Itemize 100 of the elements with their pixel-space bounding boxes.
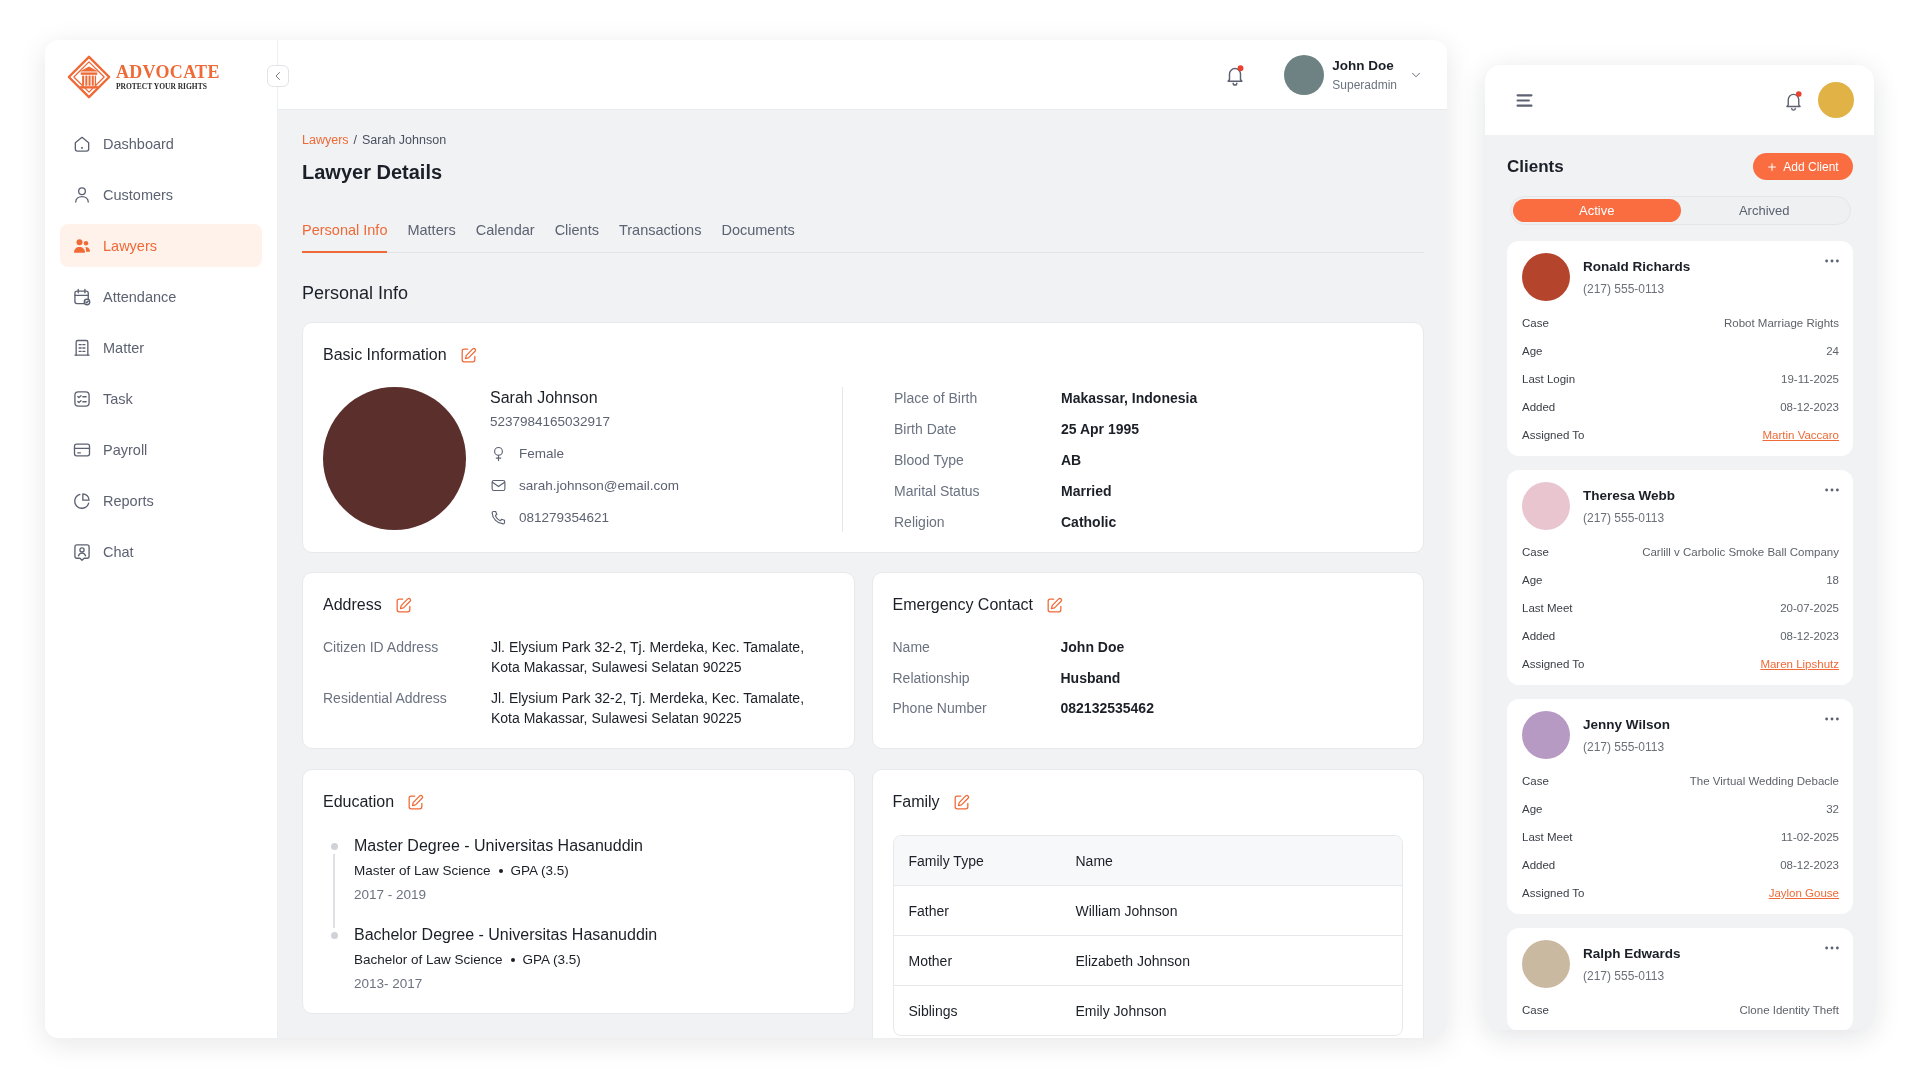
program-text: Bachelor of Law Science (354, 951, 503, 969)
card-title: Emergency Contact (892, 595, 1033, 615)
bell-icon[interactable] (1783, 89, 1804, 111)
add-client-button[interactable]: Add Client (1753, 153, 1853, 180)
logo-icon (67, 55, 111, 99)
sidebar-item[interactable]: Chat (60, 530, 262, 573)
edit-icon[interactable] (406, 792, 426, 812)
field-value: 20-07-2025 (1780, 601, 1839, 616)
sidebar-item[interactable]: Payroll (60, 428, 262, 471)
phone-icon (490, 508, 507, 526)
brand-name: ADVOCATE (116, 63, 220, 82)
more-icon[interactable] (1825, 488, 1839, 492)
degree-title: Bachelor Degree - Universitas Hasanuddin (354, 925, 658, 945)
edit-icon[interactable] (1045, 595, 1064, 615)
tab[interactable]: Clients (554, 220, 599, 253)
phone-text: 081279354621 (519, 509, 610, 525)
tab[interactable]: Transactions (618, 220, 702, 253)
member-name: William Johnson (1075, 902, 1178, 919)
field-label: Added (1522, 400, 1556, 415)
detail-value: AB (1061, 451, 1083, 470)
assignee-link[interactable]: Jaylon Gouse (1768, 885, 1839, 901)
sidebar-item[interactable]: Task (60, 377, 262, 420)
sidebar-item[interactable]: Dashboard (60, 122, 262, 165)
card-title: Basic Information (323, 345, 447, 365)
field-value: 11-02-2025 (1781, 830, 1839, 845)
assignee-link[interactable]: Maren Lipshutz (1760, 656, 1839, 672)
relation-text: Mother (908, 952, 953, 969)
bullet-icon (498, 869, 503, 873)
client-name: Ronald Richards (1583, 257, 1692, 275)
more-icon[interactable] (1825, 946, 1839, 950)
assignee-link[interactable]: Martin Vaccaro (1762, 427, 1839, 443)
field-value: Carlill v Carbolic Smoke Ball Company (1642, 545, 1839, 560)
contact-value: Husband (1060, 668, 1122, 688)
field-label: Age (1522, 344, 1543, 359)
detail-label: Religion (894, 513, 946, 532)
contact-label: Relationship (892, 668, 971, 688)
sidebar-item[interactable]: Lawyers (60, 224, 262, 267)
user-name: John Doe (1332, 56, 1395, 74)
avatar (1522, 711, 1570, 759)
tab[interactable]: Matters (407, 220, 456, 253)
tab[interactable]: Documents (721, 220, 795, 253)
field-value: The Virtual Wedding Debacle (1689, 774, 1839, 789)
member-name: Elizabeth Johnson (1075, 952, 1190, 969)
page-title: Lawyer Details (302, 160, 444, 185)
field-value: 32 (1826, 802, 1839, 817)
field-label: Last Meet (1522, 601, 1573, 616)
address-label: Citizen ID Address (323, 638, 440, 657)
column-header: Family Type (908, 852, 984, 869)
field-value: 08-12-2023 (1780, 629, 1839, 644)
tab[interactable]: Calendar (475, 220, 535, 253)
user-icon (72, 184, 92, 205)
client-phone: (217) 555-0113 (1583, 738, 1666, 755)
timeline-dot-icon (330, 931, 338, 939)
contact-value: John Doe (1060, 638, 1126, 657)
detail-value: 25 Apr 1995 (1061, 420, 1141, 439)
field-value: Robot Marriage Rights (1723, 316, 1839, 331)
address-value: Jl. Elysium Park 32-2, Tj. Merdeka, Kec. Tamalate, Kota Makassar, Sulawesi Selatan 90225 (491, 638, 806, 677)
sidebar-item[interactable]: Matter (60, 326, 262, 369)
timeline-dot-icon (330, 842, 338, 850)
avatar (1522, 253, 1570, 301)
field-value: 18 (1826, 573, 1839, 588)
contact-label: Name (892, 638, 931, 657)
gpa-text: GPA (3.5) (510, 862, 569, 880)
field-label: Age (1522, 573, 1543, 588)
breadcrumb-current: Sarah Johnson (362, 132, 447, 148)
member-name: Emily Johnson (1075, 1002, 1167, 1019)
field-label: Assigned To (1522, 886, 1585, 901)
avatar (1522, 482, 1570, 530)
client-name: Jenny Wilson (1583, 715, 1671, 733)
sidebar-item[interactable]: Customers (60, 173, 262, 216)
pie-chart-icon (72, 490, 92, 511)
gender-text: Female (519, 445, 564, 461)
user-role: Superadmin (1332, 76, 1397, 93)
sidebar-item[interactable]: Attendance (60, 275, 262, 318)
avatar (1522, 940, 1570, 988)
more-icon[interactable] (1825, 717, 1839, 721)
checklist-icon (72, 388, 92, 409)
more-icon[interactable] (1825, 259, 1839, 263)
field-label: Assigned To (1522, 657, 1585, 672)
filter-tab[interactable]: Active (1513, 199, 1681, 222)
address-label: Residential Address (323, 689, 448, 708)
program-text: Master of Law Science (354, 862, 491, 880)
contact-value: 082132535462 (1060, 699, 1155, 718)
relation-text: Siblings (908, 1002, 958, 1019)
chat-icon (72, 541, 92, 562)
filter-tab[interactable]: Archived (1680, 199, 1848, 222)
sidebar-item[interactable]: Reports (60, 479, 262, 522)
field-value: Clone Identity Theft (1739, 1003, 1839, 1018)
client-name: Theresa Webb (1583, 486, 1677, 504)
field-value: 08-12-2023 (1780, 400, 1839, 415)
field-label: Last Meet (1522, 830, 1573, 845)
client-phone: (217) 555-0113 (1583, 967, 1666, 984)
avatar[interactable] (1284, 54, 1325, 95)
detail-label: Blood Type (894, 451, 965, 470)
detail-label: Place of Birth (894, 389, 979, 408)
detail-value: Married (1061, 482, 1113, 501)
card-title: Family (892, 792, 940, 812)
detail-value: Makassar, Indonesia (1061, 389, 1198, 408)
years-text: 2013- 2017 (354, 975, 424, 993)
field-value: 24 (1826, 344, 1839, 359)
